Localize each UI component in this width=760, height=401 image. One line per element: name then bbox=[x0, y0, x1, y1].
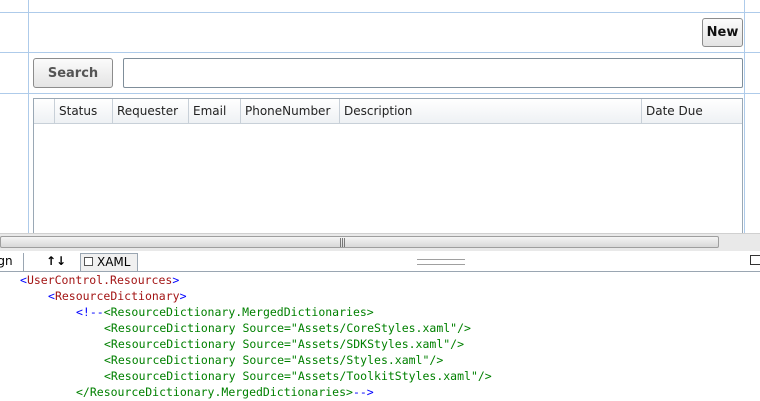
code-token: <ResourceDictionary Source="Assets/Style… bbox=[104, 353, 444, 367]
column-header-phonenumber[interactable]: PhoneNumber bbox=[241, 99, 340, 123]
code-token: > bbox=[172, 273, 180, 287]
designer-horizontal-scrollbar[interactable]: ||| bbox=[0, 233, 760, 251]
xaml-editor[interactable]: <UserControl.Resources> <ResourceDictiona… bbox=[0, 272, 760, 401]
swap-panes-button[interactable]: ↑↓ bbox=[36, 253, 76, 271]
layout-grid-line bbox=[28, 0, 29, 233]
code-token: --> bbox=[352, 385, 374, 399]
scrollbar-grip: ||| bbox=[339, 238, 346, 248]
pane-splitter-grip[interactable] bbox=[417, 259, 465, 265]
code-line: <!--<ResourceDictionary.MergedDictionari… bbox=[76, 304, 374, 320]
column-header-select[interactable] bbox=[34, 99, 55, 123]
layout-grid-line bbox=[0, 93, 760, 94]
code-token: <ResourceDictionary Source="Assets/CoreS… bbox=[104, 321, 471, 335]
code-line: <ResourceDictionary Source="Assets/SDKSt… bbox=[104, 336, 464, 352]
code-token: < bbox=[48, 289, 55, 303]
code-line: <ResourceDictionary Source="Assets/Toolk… bbox=[104, 368, 492, 384]
code-token: </ResourceDictionary.MergedDictionaries> bbox=[76, 385, 353, 399]
layout-grid-line bbox=[0, 52, 760, 53]
data-grid[interactable]: Status Requester Email PhoneNumber Descr… bbox=[33, 98, 743, 233]
code-token: UserControl.Resources bbox=[26, 273, 173, 287]
column-header-description[interactable]: Description bbox=[340, 99, 642, 123]
code-token: ResourceDictionary bbox=[54, 289, 180, 303]
search-button[interactable]: Search bbox=[33, 58, 113, 88]
tab-xaml[interactable]: XAML bbox=[80, 253, 138, 271]
code-token: <ResourceDictionary Source="Assets/SDKSt… bbox=[104, 337, 465, 351]
column-header-email[interactable]: Email bbox=[189, 99, 241, 123]
tab-design[interactable]: ign bbox=[0, 253, 24, 271]
code-token: < bbox=[20, 273, 27, 287]
column-header-date-due[interactable]: Date Due bbox=[642, 99, 742, 123]
designer-surface: New Search Status Requester Email PhoneN… bbox=[0, 0, 760, 233]
code-line: <ResourceDictionary Source="Assets/CoreS… bbox=[104, 320, 471, 336]
code-token: <!-- bbox=[76, 305, 104, 319]
search-input[interactable] bbox=[123, 58, 743, 88]
tab-xaml-label: XAML bbox=[97, 255, 131, 269]
layout-grid-line bbox=[744, 0, 745, 233]
pane-layout-icon[interactable] bbox=[750, 255, 760, 265]
code-line: <UserControl.Resources> bbox=[20, 272, 179, 288]
code-token: <ResourceDictionary Source="Assets/Toolk… bbox=[104, 369, 492, 383]
code-line: <ResourceDictionary> bbox=[48, 288, 187, 304]
view-tab-strip: ign ↑↓ XAML bbox=[0, 251, 760, 272]
code-line: </ResourceDictionary.MergedDictionaries>… bbox=[76, 384, 374, 400]
code-token: > bbox=[179, 289, 187, 303]
xaml-icon bbox=[84, 257, 93, 266]
layout-grid-line bbox=[0, 12, 760, 13]
code-line: <ResourceDictionary Source="Assets/Style… bbox=[104, 352, 443, 368]
column-header-status[interactable]: Status bbox=[55, 99, 113, 123]
new-button[interactable]: New bbox=[702, 18, 743, 47]
scrollbar-thumb[interactable]: ||| bbox=[0, 236, 719, 248]
grid-header: Status Requester Email PhoneNumber Descr… bbox=[34, 99, 742, 124]
code-token: <ResourceDictionary.MergedDictionaries> bbox=[103, 305, 374, 319]
column-header-requester[interactable]: Requester bbox=[113, 99, 189, 123]
